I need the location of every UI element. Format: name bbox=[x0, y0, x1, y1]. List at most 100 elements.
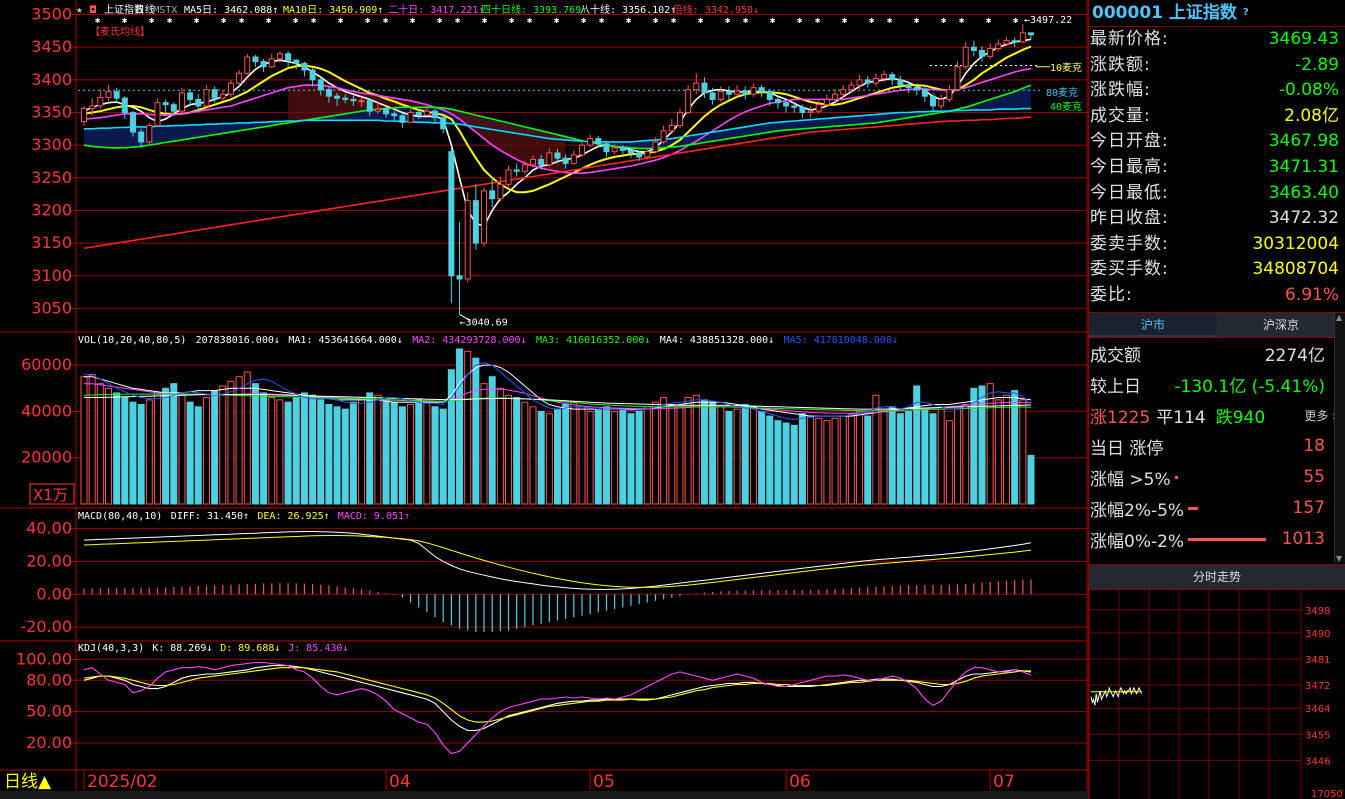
y-tick-label: 40000 bbox=[21, 401, 72, 420]
volume-bar bbox=[496, 387, 504, 505]
kline-chart[interactable]: 3050 3100 3150 3200 3250 3300 3350 3400 3450 3500… bbox=[0, 0, 1088, 799]
candle-body bbox=[685, 89, 692, 113]
signal-star-icon: ✱ bbox=[383, 16, 389, 26]
high-label: ←3497.22 bbox=[1024, 15, 1072, 26]
volume-bar bbox=[513, 397, 521, 505]
gain-band-label: 涨幅0%-2% bbox=[1090, 531, 1185, 552]
macd-header-item: MACD: 9.051↑ bbox=[338, 511, 410, 522]
intraday-title[interactable]: 分时走势 bbox=[1089, 564, 1345, 590]
volume-bar bbox=[725, 410, 733, 505]
candle-body bbox=[432, 110, 439, 119]
volume-bar bbox=[1011, 390, 1019, 505]
signal-star-icon: ✱ bbox=[95, 16, 101, 26]
volume-bar bbox=[170, 383, 178, 505]
volume-bar bbox=[382, 399, 390, 505]
volume-bar bbox=[268, 397, 276, 505]
candle-body bbox=[636, 152, 643, 158]
price-header-item: MA10日: 3450.909↑ bbox=[283, 5, 383, 16]
candle-body bbox=[644, 151, 651, 158]
candle-body bbox=[611, 147, 618, 153]
volume-header-item: VOL(10,20,40,80,5) bbox=[78, 335, 186, 346]
volume-bar bbox=[341, 408, 349, 505]
volume-bar bbox=[970, 387, 978, 505]
scroll-down-icon[interactable]: ▼ bbox=[1336, 554, 1342, 563]
y-tick-label: 3150 bbox=[31, 233, 72, 252]
gain-band-bar bbox=[1188, 506, 1199, 510]
quote-row: 今日最高: 3471.31 bbox=[1089, 155, 1345, 181]
candle-body bbox=[930, 95, 937, 107]
signal-star-icon: ✱ bbox=[698, 16, 704, 26]
candle-body bbox=[889, 74, 896, 81]
more-link[interactable]: 更多 › bbox=[1304, 407, 1337, 424]
candle-body bbox=[905, 84, 912, 89]
volume-bar bbox=[709, 401, 717, 505]
gain-band-label: 涨幅 >5% bbox=[1090, 469, 1171, 490]
volume-bar bbox=[153, 392, 161, 505]
y-tick-label: 3400 bbox=[31, 70, 72, 89]
kdj-header-item: K: 88.269↓ bbox=[152, 643, 212, 654]
security-title[interactable]: 000001 上证指数 ? bbox=[1089, 0, 1345, 27]
candle-body bbox=[578, 144, 585, 156]
signal-star-icon: ✱ bbox=[266, 16, 272, 26]
volume-bar bbox=[243, 371, 251, 505]
volume-bar bbox=[178, 394, 186, 505]
volume-bar bbox=[627, 413, 635, 505]
bookmark-icon: ◘ bbox=[89, 5, 97, 16]
quote-label: 委买手数: bbox=[1090, 259, 1169, 280]
candle-body bbox=[856, 79, 863, 86]
candle-body bbox=[783, 102, 790, 107]
volume-bar bbox=[358, 397, 366, 505]
intraday-chart[interactable]: 3498 3490 3481 3472 3464 3455 3446 17050 bbox=[1089, 590, 1345, 799]
mini-y-label: 3455 bbox=[1305, 730, 1330, 741]
volume-bar bbox=[480, 383, 488, 505]
vs-prev-label: 较上日 bbox=[1090, 376, 1141, 397]
help-icon[interactable]: ? bbox=[1243, 7, 1249, 18]
gain-band-row: 涨幅 >5% 55 bbox=[1089, 462, 1345, 493]
candle-body bbox=[374, 108, 381, 112]
x-tick-label: 04 bbox=[389, 772, 411, 792]
signal-star-icon: ✱ bbox=[671, 16, 677, 26]
candle-body bbox=[383, 108, 390, 115]
candle-body bbox=[1028, 32, 1034, 36]
y-tick-label: 3450 bbox=[31, 37, 72, 56]
volume-bar bbox=[602, 406, 610, 505]
mini-footer: 17050 bbox=[1311, 789, 1343, 799]
quote-label: 涨跌额: bbox=[1090, 54, 1151, 75]
signal-star-icon: ✱ bbox=[815, 16, 821, 26]
candle-body bbox=[244, 56, 251, 74]
quote-label: 今日开盘: bbox=[1090, 131, 1169, 152]
volume-bar bbox=[660, 397, 668, 505]
candle-body bbox=[105, 91, 112, 98]
tab-sh-sz-bj[interactable]: 沪深京 bbox=[1217, 312, 1345, 337]
y-tick-label: 3050 bbox=[31, 298, 72, 317]
volume-bar bbox=[325, 403, 333, 505]
gain-band-value: 157 bbox=[1292, 498, 1325, 519]
volume-bar bbox=[758, 410, 766, 505]
candle-body bbox=[1011, 40, 1018, 43]
volume-bar bbox=[260, 392, 268, 505]
volume-bar bbox=[439, 408, 447, 505]
tab-sh[interactable]: 沪市 bbox=[1089, 312, 1217, 337]
signal-star-icon: ✱ bbox=[221, 16, 227, 26]
volume-bar bbox=[1019, 399, 1027, 505]
volume-bar bbox=[284, 401, 292, 505]
volume-bar bbox=[88, 373, 96, 505]
candle-body bbox=[399, 115, 406, 123]
volume-bar bbox=[300, 392, 308, 505]
volume-bar bbox=[872, 394, 880, 505]
y-tick-label: 3100 bbox=[31, 266, 72, 285]
mini-y-label: 3446 bbox=[1305, 756, 1330, 767]
scroll-up-icon[interactable]: ▲ bbox=[1336, 313, 1342, 322]
candle-body bbox=[505, 169, 512, 185]
volume-bar bbox=[390, 401, 398, 505]
candle-body bbox=[440, 117, 447, 130]
quote-value: 30312004 bbox=[1252, 233, 1339, 254]
quote-label: 昨日收盘: bbox=[1090, 208, 1169, 229]
signal-star-icon: ✱ bbox=[599, 16, 605, 26]
sidebar-scrollbar[interactable]: ▲ ▼ bbox=[1334, 313, 1345, 563]
mini-price-line bbox=[1090, 686, 1143, 706]
volume-header-item: MA2: 434293728.000↓ bbox=[412, 335, 526, 346]
candle-body bbox=[840, 89, 847, 95]
volume-bar bbox=[888, 406, 896, 505]
volume-bar bbox=[545, 413, 553, 505]
